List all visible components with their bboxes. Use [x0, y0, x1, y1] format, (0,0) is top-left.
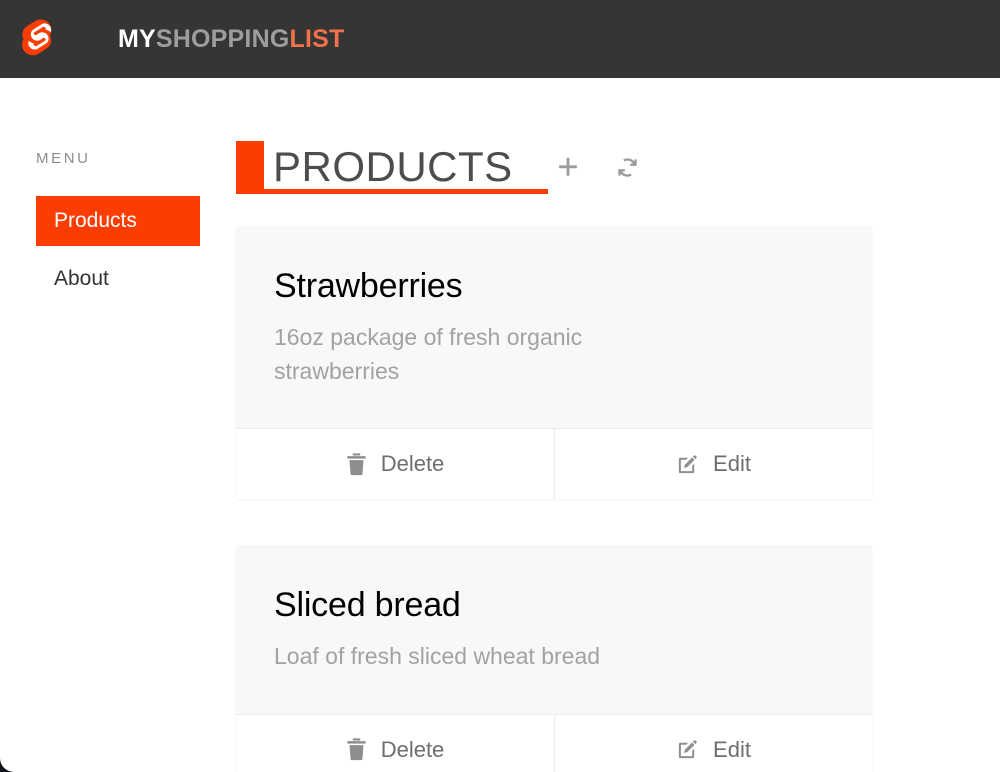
- delete-label: Delete: [380, 451, 445, 477]
- product-title: Strawberries: [274, 267, 463, 305]
- delete-button[interactable]: Delete: [236, 429, 554, 499]
- product-list: Strawberries 16oz package of fresh organ…: [236, 226, 872, 772]
- product-card-footer: Delete Edit: [236, 713, 872, 772]
- product-card: Strawberries 16oz package of fresh organ…: [236, 226, 872, 500]
- brand-title: MYSHOPPINGLIST: [118, 24, 345, 53]
- svelte-logo-icon: [18, 18, 60, 60]
- edit-label: Edit: [713, 736, 751, 762]
- sidebar-item-products[interactable]: Products: [36, 196, 200, 247]
- main-content: PRODUCTS Strawberries 16oz package of fr…: [236, 138, 1000, 772]
- edit-button[interactable]: Edit: [554, 429, 872, 500]
- trash-icon: [346, 452, 367, 476]
- section-actions: [555, 154, 641, 194]
- product-card-body: Strawberries 16oz package of fresh organ…: [236, 226, 872, 428]
- sidebar: MENU Products About: [0, 138, 236, 304]
- product-card: Sliced bread Loaf of fresh sliced wheat …: [236, 545, 872, 772]
- sidebar-item-label: Products: [54, 209, 137, 232]
- page-title: PRODUCTS: [273, 143, 513, 190]
- brand-part-shopping: SHOPPING: [155, 24, 290, 53]
- edit-icon: [676, 738, 699, 761]
- section-underline: [236, 189, 548, 194]
- product-description: 16oz package of fresh organic strawberri…: [274, 324, 583, 384]
- edit-icon: [676, 453, 699, 476]
- section-header: PRODUCTS: [236, 138, 1000, 194]
- page-body: MENU Products About PRODUCTS Strawberrie…: [0, 78, 1000, 772]
- brand-part-my: MY: [118, 24, 156, 53]
- refresh-button[interactable]: [615, 154, 641, 180]
- product-card-body: Sliced bread Loaf of fresh sliced wheat …: [236, 545, 872, 714]
- delete-button[interactable]: Delete: [236, 715, 554, 772]
- section-accent-bar: [236, 141, 264, 194]
- sidebar-heading: MENU: [36, 150, 91, 167]
- edit-button[interactable]: Edit: [554, 714, 872, 772]
- delete-label: Delete: [380, 736, 445, 762]
- brand-part-list: LIST: [289, 24, 345, 53]
- plus-icon: [555, 154, 581, 180]
- edit-label: Edit: [713, 451, 751, 477]
- app-header: MYSHOPPINGLIST: [0, 0, 1000, 78]
- refresh-icon: [615, 155, 640, 180]
- product-description: Loaf of fresh sliced wheat bread: [274, 643, 601, 670]
- sidebar-item-about[interactable]: About: [36, 254, 200, 304]
- trash-icon: [346, 738, 367, 761]
- product-card-footer: Delete Edit: [236, 428, 872, 500]
- product-title: Sliced bread: [274, 586, 461, 625]
- add-product-button[interactable]: [555, 154, 581, 180]
- sidebar-item-label: About: [54, 267, 109, 291]
